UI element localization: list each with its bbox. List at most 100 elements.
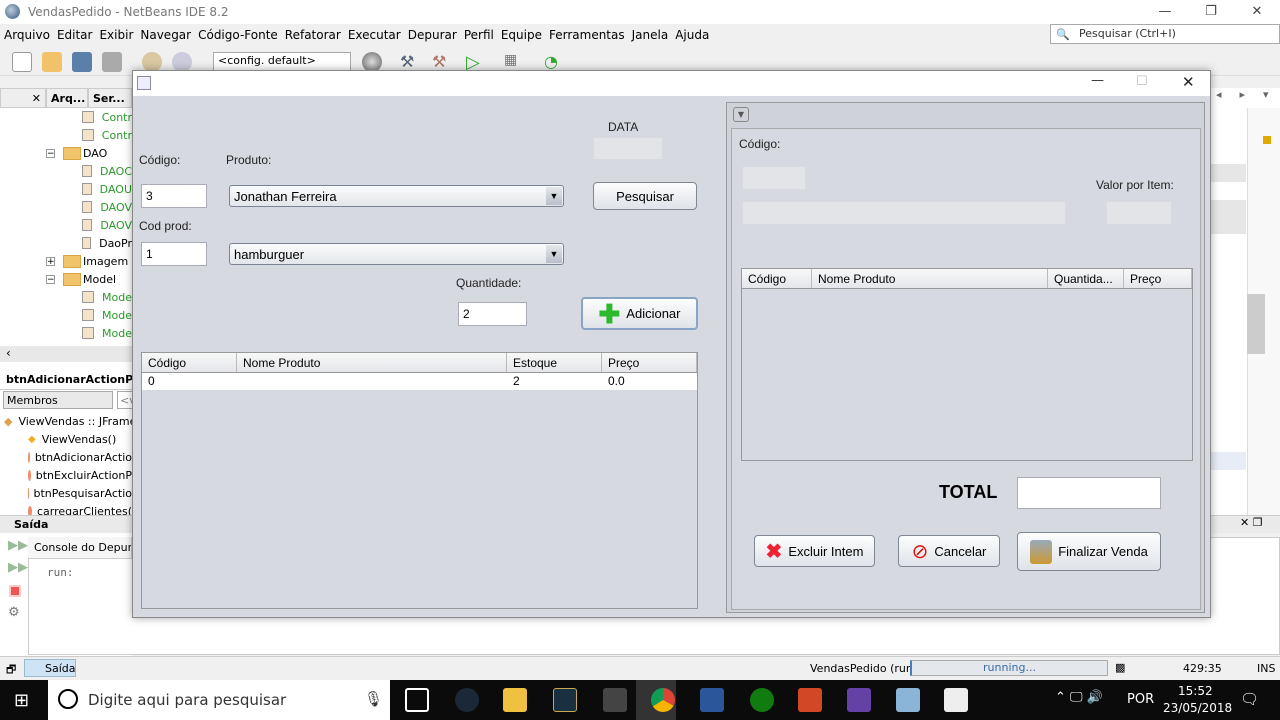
tree-item[interactable]: + Imagem bbox=[0, 252, 132, 270]
cliente-select[interactable]: Jonathan Ferreira ▼ bbox=[229, 185, 564, 207]
tab-files[interactable]: Arq... bbox=[46, 88, 88, 108]
editor-scrollbar[interactable] bbox=[1247, 294, 1265, 354]
tree-item[interactable]: DAOU bbox=[0, 180, 132, 198]
new-project-icon[interactable] bbox=[42, 52, 62, 72]
clock-date[interactable]: 23/05/2018 bbox=[1163, 701, 1232, 715]
search-input[interactable]: Pesquisar (Ctrl+I) bbox=[1050, 24, 1280, 44]
menu-editar[interactable]: Editar bbox=[57, 28, 93, 42]
dialog-minimize-button[interactable]: — bbox=[1091, 73, 1104, 88]
cancelar-button[interactable]: ⊘ Cancelar bbox=[898, 535, 1000, 567]
stop-icon[interactable] bbox=[9, 585, 21, 597]
settings-icon[interactable]: ⚙ bbox=[8, 605, 20, 620]
menu-arquivo[interactable]: Arquivo bbox=[4, 28, 50, 42]
navigator-item[interactable]: btnPesquisarActio bbox=[0, 484, 132, 502]
netbeans-taskbar-icon[interactable] bbox=[896, 688, 920, 712]
run-icon[interactable]: ▷ bbox=[466, 52, 486, 73]
app-icon[interactable] bbox=[603, 688, 627, 712]
tab-debug-console[interactable]: Console do Depurad bbox=[28, 537, 132, 559]
profile-icon[interactable]: ◔ bbox=[544, 52, 564, 72]
redo-icon[interactable] bbox=[172, 52, 192, 72]
taskbar-search[interactable]: Digite aqui para pesquisar bbox=[48, 680, 390, 720]
dialog-maximize-button[interactable]: ☐ bbox=[1136, 74, 1148, 89]
tree-item[interactable]: DAOV bbox=[0, 216, 132, 234]
table-row[interactable]: 0 2 0.0 bbox=[142, 373, 697, 390]
menu-exibir[interactable]: Exibir bbox=[99, 28, 133, 42]
open-project-icon[interactable] bbox=[72, 52, 92, 72]
debug-icon[interactable]: ▦ bbox=[504, 52, 524, 72]
navigator-item[interactable]: ◆ ViewVendas :: JFrame bbox=[0, 412, 132, 430]
task-view-icon[interactable] bbox=[405, 688, 429, 712]
tab-output-bottom[interactable]: Saída bbox=[24, 659, 76, 677]
word-icon[interactable] bbox=[700, 688, 724, 712]
editor-tab-controls[interactable]: ◂▸▾ bbox=[1216, 88, 1280, 101]
menu-janela[interactable]: Janela bbox=[632, 28, 669, 42]
close-tab-icon[interactable]: ✕ bbox=[0, 88, 46, 108]
menu-perfil[interactable]: Perfil bbox=[464, 28, 494, 42]
expand-toggle-icon[interactable]: − bbox=[46, 274, 55, 284]
adicionar-button[interactable]: ✚ Adicionar bbox=[581, 297, 698, 330]
column-header[interactable]: Nome Produto bbox=[812, 269, 1048, 288]
microphone-icon[interactable]: 🎙 bbox=[364, 690, 383, 708]
tree-item[interactable]: Mode bbox=[0, 288, 132, 306]
finalizar-venda-button[interactable]: Finalizar Venda bbox=[1017, 532, 1161, 571]
tree-item[interactable]: Mode bbox=[0, 306, 132, 324]
close-button[interactable]: ✕ bbox=[1234, 0, 1280, 24]
dialog-close-button[interactable]: ✕ bbox=[1182, 73, 1195, 91]
output-close-icon[interactable]: ✕ ❐ bbox=[1240, 516, 1263, 529]
clock-time[interactable]: 15:52 bbox=[1178, 684, 1213, 698]
pesquisar-button[interactable]: Pesquisar bbox=[593, 182, 697, 210]
tree-item[interactable]: − DAO bbox=[0, 144, 132, 162]
expand-toggle-icon[interactable]: + bbox=[46, 256, 55, 266]
stock-table[interactable]: Código Nome Produto Estoque Preço 0 2 0.0 bbox=[141, 352, 698, 609]
menu-ajuda[interactable]: Ajuda bbox=[675, 28, 709, 42]
column-header[interactable]: Código bbox=[142, 353, 237, 372]
chrome-icon[interactable] bbox=[651, 688, 675, 712]
column-header[interactable]: Código bbox=[742, 269, 812, 288]
menu-refatorar[interactable]: Refatorar bbox=[285, 28, 341, 42]
column-header[interactable]: Nome Produto bbox=[237, 353, 507, 372]
navigator-item[interactable]: btnExcluirActionP bbox=[0, 466, 132, 484]
menu-cdigofonte[interactable]: Código-Fonte bbox=[198, 28, 278, 42]
tree-item[interactable]: − Model bbox=[0, 270, 132, 288]
xbox-icon[interactable] bbox=[750, 688, 774, 712]
close-project-icon[interactable] bbox=[102, 52, 122, 72]
tree-item[interactable]: DaoPr bbox=[0, 234, 132, 252]
menu-depurar[interactable]: Depurar bbox=[408, 28, 457, 42]
cancel-process-icon[interactable]: ▩ bbox=[1115, 661, 1125, 674]
maximize-button[interactable]: ❐ bbox=[1188, 0, 1234, 24]
rerun-icon[interactable]: ▶▶ bbox=[8, 538, 28, 553]
navigator-item[interactable]: ◆ ViewVendas() bbox=[0, 430, 132, 448]
column-header[interactable]: Preço bbox=[1124, 269, 1192, 288]
build-icon[interactable]: ⚒ bbox=[400, 52, 420, 72]
warning-marker[interactable] bbox=[1263, 136, 1271, 144]
quantidade-input[interactable]: 2 bbox=[458, 302, 527, 326]
column-header[interactable]: Quantida... bbox=[1048, 269, 1124, 288]
java-icon[interactable] bbox=[944, 688, 968, 712]
steam-icon[interactable] bbox=[455, 688, 479, 712]
cod-prod-input[interactable]: 1 bbox=[141, 242, 207, 266]
minimize-button[interactable]: — bbox=[1142, 0, 1188, 24]
twitch-icon[interactable] bbox=[847, 688, 871, 712]
horizontal-scrollbar[interactable]: ‹ bbox=[0, 346, 132, 362]
column-header[interactable]: Estoque bbox=[507, 353, 602, 372]
items-table[interactable]: Código Nome Produto Quantida... Preço bbox=[741, 268, 1193, 461]
tree-item[interactable]: Contr bbox=[0, 126, 132, 144]
collapse-icon[interactable]: ▼ bbox=[733, 107, 749, 122]
globe-icon[interactable] bbox=[362, 52, 382, 72]
config-select[interactable]: <config. default> bbox=[213, 52, 351, 71]
tree-item[interactable]: Contr bbox=[0, 108, 132, 126]
undo-icon[interactable] bbox=[142, 52, 162, 72]
language-indicator[interactable]: POR bbox=[1127, 692, 1154, 707]
tray-icons[interactable]: ⌃ 🖵 🔊 bbox=[1055, 690, 1103, 705]
members-filter[interactable]: Membros bbox=[3, 391, 113, 409]
file-explorer-icon[interactable] bbox=[503, 688, 527, 712]
excluir-item-button[interactable]: ✖ Excluir Intem bbox=[754, 535, 875, 567]
menu-navegar[interactable]: Navegar bbox=[140, 28, 191, 42]
start-icon[interactable]: ⊞ bbox=[14, 690, 29, 711]
expand-toggle-icon[interactable]: − bbox=[46, 148, 55, 158]
tree-item[interactable]: Mode bbox=[0, 324, 132, 342]
column-header[interactable]: Preço bbox=[602, 353, 697, 372]
league-icon[interactable] bbox=[553, 688, 577, 712]
codigo-input[interactable]: 3 bbox=[141, 184, 207, 208]
powerpoint-icon[interactable] bbox=[798, 688, 822, 712]
